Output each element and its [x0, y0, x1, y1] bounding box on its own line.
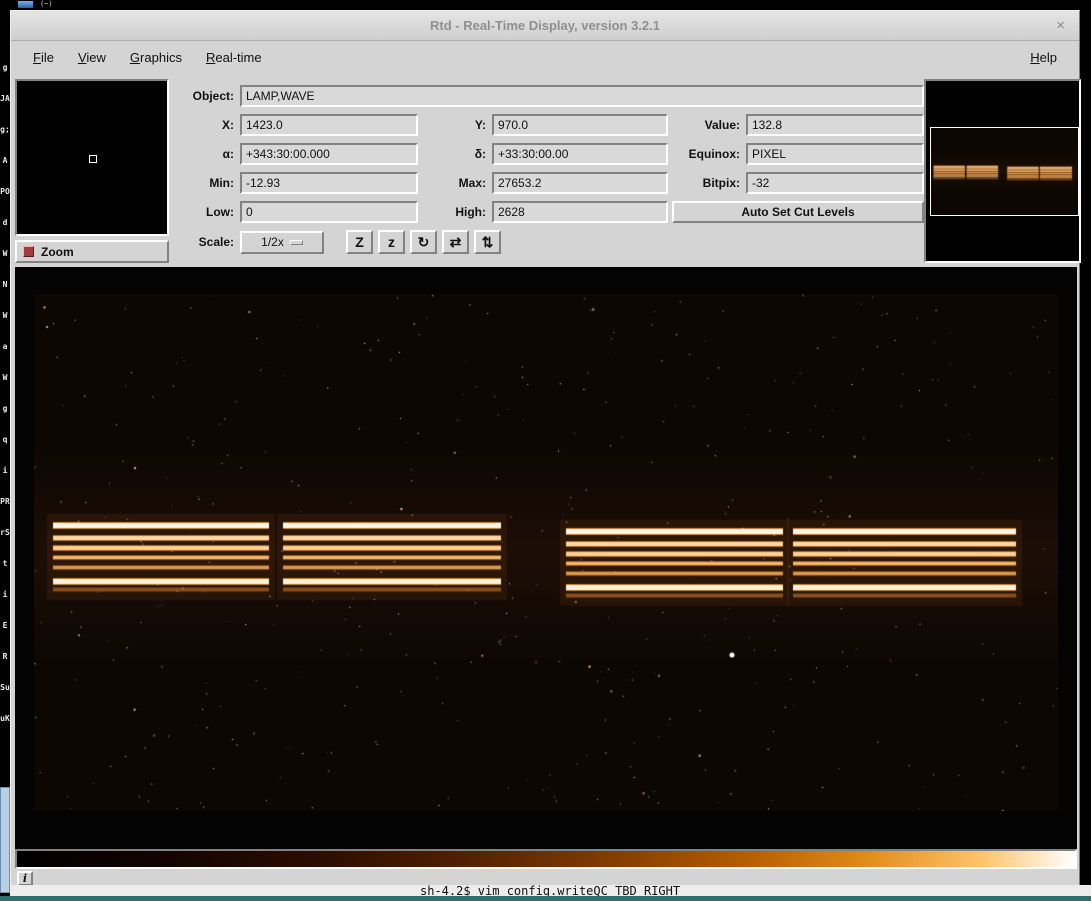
close-icon[interactable]: ×: [1056, 17, 1065, 34]
zoom-view: [15, 79, 169, 236]
pan-thumbnail-canvas[interactable]: [930, 127, 1079, 216]
menu-real-time[interactable]: Real-time: [194, 45, 274, 70]
scale-label: Scale:: [174, 235, 236, 249]
image-frame: [15, 267, 1077, 849]
value-label: Value:: [672, 118, 742, 132]
equinox-label: Equinox:: [672, 147, 742, 161]
menu-file[interactable]: File: [21, 45, 66, 70]
min-label: Min:: [174, 176, 236, 190]
low-label: Low:: [174, 205, 236, 219]
high-label: High:: [422, 205, 488, 219]
zoom-in-button[interactable]: Z: [346, 230, 373, 254]
auto-set-cut-levels-button[interactable]: Auto Set Cut Levels: [672, 201, 924, 223]
zoom-toggle[interactable]: Zoom: [15, 240, 169, 263]
low-cut-field[interactable]: [240, 201, 418, 223]
flip-x-icon[interactable]: ⇄: [442, 230, 469, 254]
image-canvas[interactable]: [34, 294, 1058, 811]
scale-toolbar: 1/2x Z z ↻ ⇄ ⇅: [240, 230, 924, 254]
option-menu-indicator-icon: [290, 240, 303, 245]
y-label: Y:: [422, 118, 488, 132]
min-value: -12.93: [240, 172, 418, 194]
background-terminal-text-column: g JA g; A PO d W N W a W g q i PR rS t i…: [0, 52, 10, 734]
pan-view: [924, 79, 1081, 263]
menu-view[interactable]: View: [66, 45, 118, 70]
background-window-title-fragment: (~): [40, 0, 53, 8]
value-value: 132.8: [746, 114, 924, 136]
bitpix-value: -32: [746, 172, 924, 194]
max-value: 27653.2: [492, 172, 668, 194]
zoom-out-button[interactable]: z: [378, 230, 405, 254]
scale-value: 1/2x: [261, 235, 284, 249]
object-label: Object:: [174, 89, 236, 103]
info-button[interactable]: i: [17, 871, 33, 886]
x-value: 1423.0: [240, 114, 418, 136]
rotate-icon[interactable]: ↻: [410, 230, 437, 254]
menubar: File View Graphics Real-time Help: [11, 41, 1079, 73]
zoom-cursor-box: [89, 155, 97, 163]
high-cut-field[interactable]: [492, 201, 668, 223]
object-field[interactable]: [240, 85, 924, 107]
rtd-window: Rtd - Real-Time Display, version 3.2.1 ×…: [10, 10, 1080, 888]
background-terminal-edge: [0, 896, 1091, 901]
colorbar[interactable]: [15, 849, 1077, 869]
menu-help[interactable]: Help: [1018, 45, 1069, 70]
window-title: Rtd - Real-Time Display, version 3.2.1: [11, 11, 1079, 41]
flip-y-icon[interactable]: ⇅: [474, 230, 501, 254]
info-panel: Object: X: 1423.0 Y: 970.0 Value: 132.8 …: [174, 85, 924, 254]
background-terminal-scrollbar[interactable]: [0, 787, 10, 893]
dec-label: δ:: [422, 147, 488, 161]
ra-label: α:: [174, 147, 236, 161]
y-value: 970.0: [492, 114, 668, 136]
dec-value: +33:30:00.00: [492, 143, 668, 165]
max-label: Max:: [422, 176, 488, 190]
bitpix-label: Bitpix:: [672, 176, 742, 190]
desktop: (~) g JA g; A PO d W N W a W g q i PR rS…: [0, 0, 1091, 901]
menu-graphics[interactable]: Graphics: [118, 45, 194, 70]
equinox-value: PIXEL: [746, 143, 924, 165]
zoom-checkbox-indicator[interactable]: [23, 246, 34, 257]
scale-option-menu[interactable]: 1/2x: [240, 231, 324, 254]
titlebar[interactable]: Rtd - Real-Time Display, version 3.2.1 ×: [11, 11, 1079, 41]
x-label: X:: [174, 118, 236, 132]
zoom-toggle-label: Zoom: [41, 245, 74, 259]
background-window-icon: [18, 1, 33, 8]
ra-value: +343:30:00.000: [240, 143, 418, 165]
